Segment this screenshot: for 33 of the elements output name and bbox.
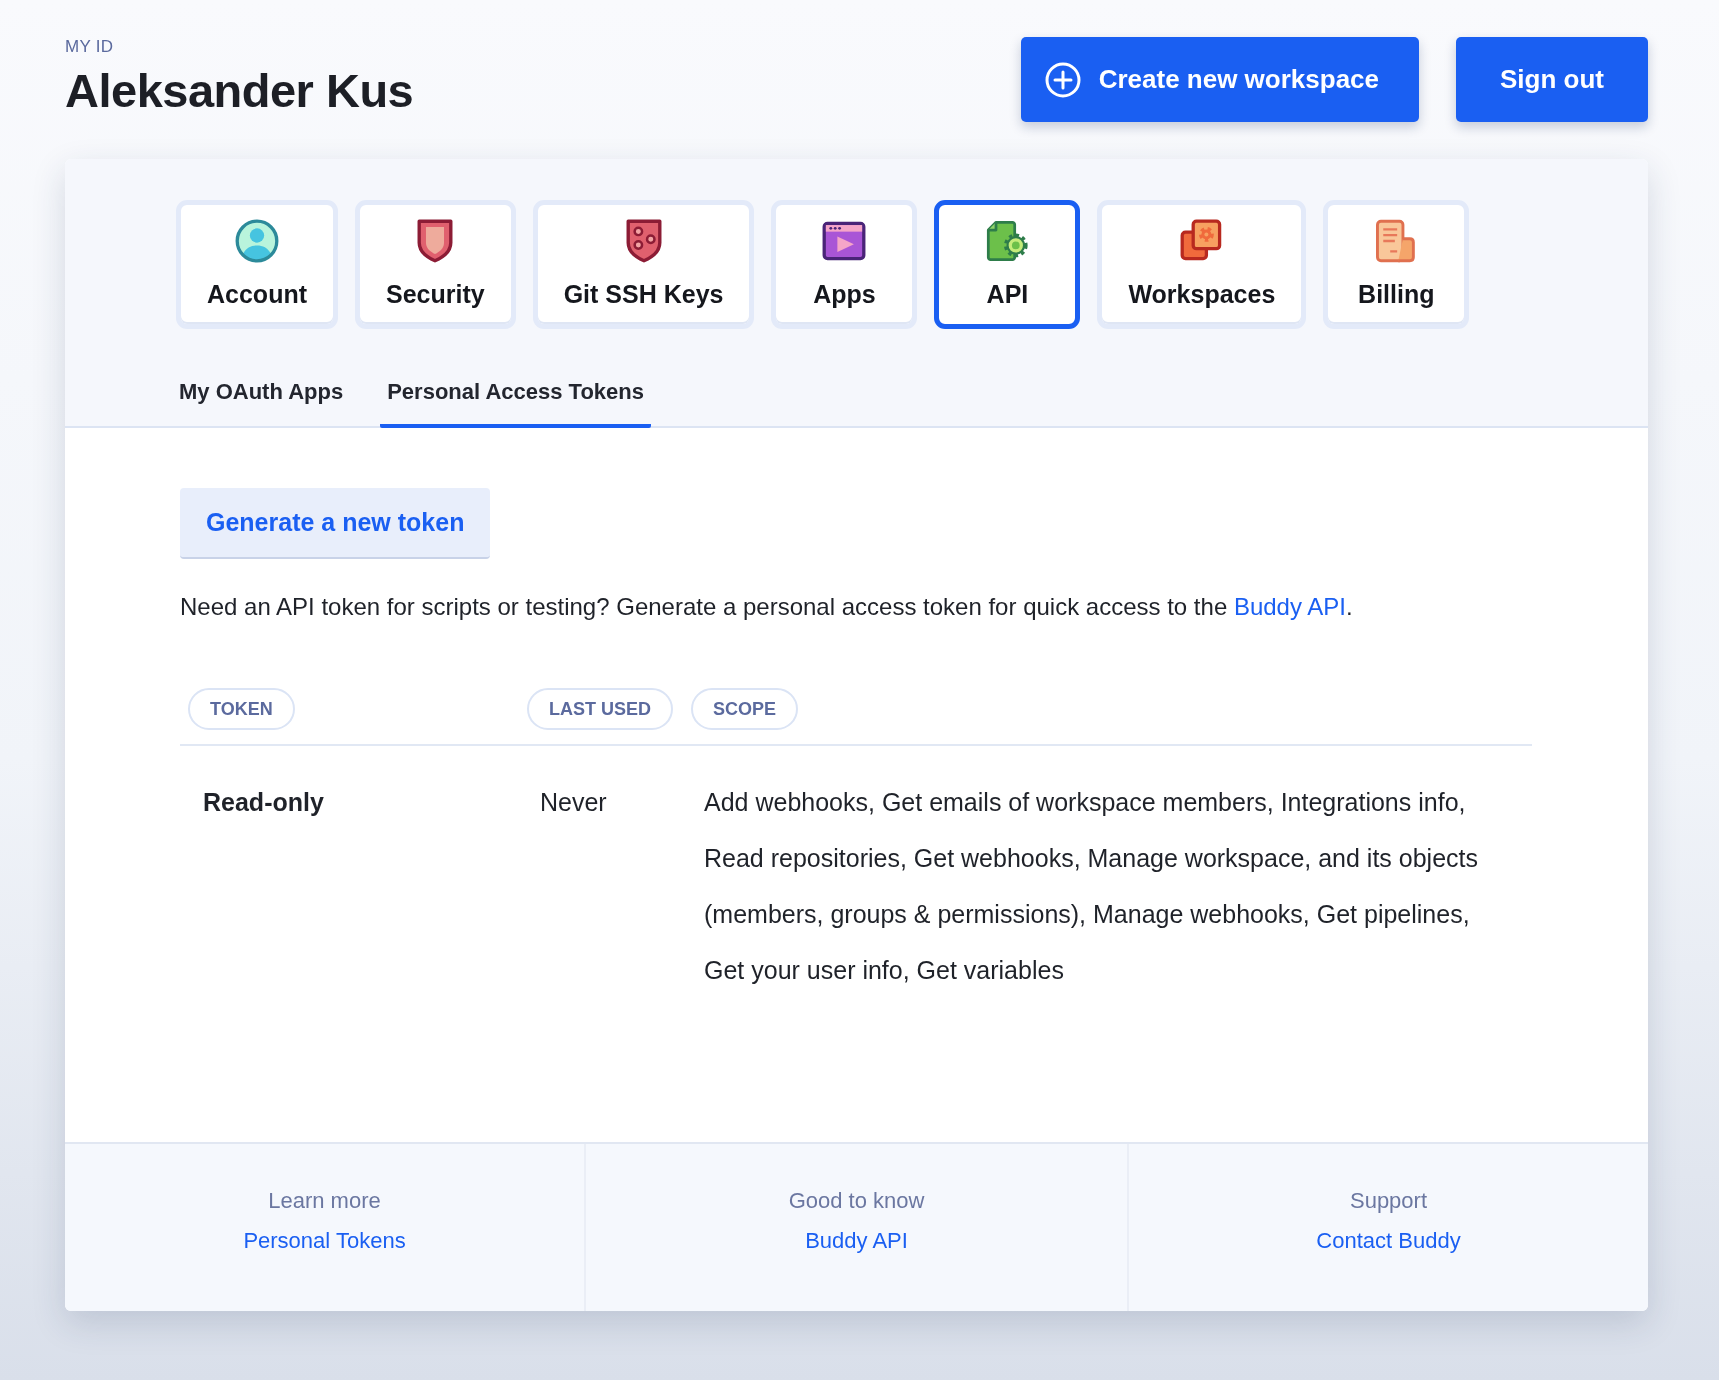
document-gear-icon [985, 219, 1030, 263]
squares-gear-icon [1179, 219, 1224, 263]
nav-tile[interactable]: Billing [1323, 200, 1470, 329]
nav-tile[interactable]: Apps [771, 200, 918, 329]
user-name: Aleksander Kus [65, 63, 414, 118]
scope-cell-text: Add webhooks, Get emails of workspace members, Integrations info, Read repositories, Get webhooks, Manage workspace, and its objects (members, groups & permissions), Manage webhooks, Get pipelines, Get your user info, Get variables [703, 787, 1480, 986]
play-window-icon [822, 219, 867, 263]
page-caption: MY ID [65, 37, 115, 57]
token-name-cell-text: Read-only [202, 787, 325, 818]
buddy-api-link[interactable]: Buddy API [1233, 593, 1346, 620]
footer-label: Good to know [788, 1188, 925, 1214]
sign-out-button[interactable]: Sign out [1456, 37, 1648, 122]
footer-link[interactable]: Buddy API [805, 1228, 908, 1254]
nav-tile[interactable]: API [934, 200, 1081, 329]
nav-tile[interactable]: Git SSH Keys [532, 200, 755, 329]
last-used-cell-text: Never [539, 787, 608, 818]
create-workspace-button[interactable]: Create new workspace [1020, 37, 1419, 122]
column-header: TOKEN [188, 688, 295, 730]
plus-circle-icon [1044, 61, 1081, 98]
sub-tab[interactable]: My OAuth Apps [172, 355, 351, 428]
footer-link[interactable]: Personal Tokens [243, 1228, 406, 1254]
nav-tile[interactable]: Security [355, 200, 516, 329]
nav-tile[interactable]: Workspaces [1097, 200, 1307, 329]
column-header: LAST USED [527, 688, 673, 730]
sub-tab[interactable]: Personal Access Tokens [380, 355, 651, 428]
footer-label: Learn more [268, 1188, 381, 1214]
generate-token-button[interactable]: Generate a new token [180, 488, 491, 559]
user-circle-icon [235, 219, 279, 263]
intro-text: Need an API token for scripts or testing? Generate a personal access token for quick access to the Buddy API. [180, 592, 1354, 622]
column-header: SCOPE [691, 688, 799, 730]
footer-label: Support [1349, 1188, 1428, 1214]
footer-link[interactable]: Contact Buddy [1316, 1228, 1461, 1254]
nav-tile[interactable]: Account [176, 200, 338, 329]
